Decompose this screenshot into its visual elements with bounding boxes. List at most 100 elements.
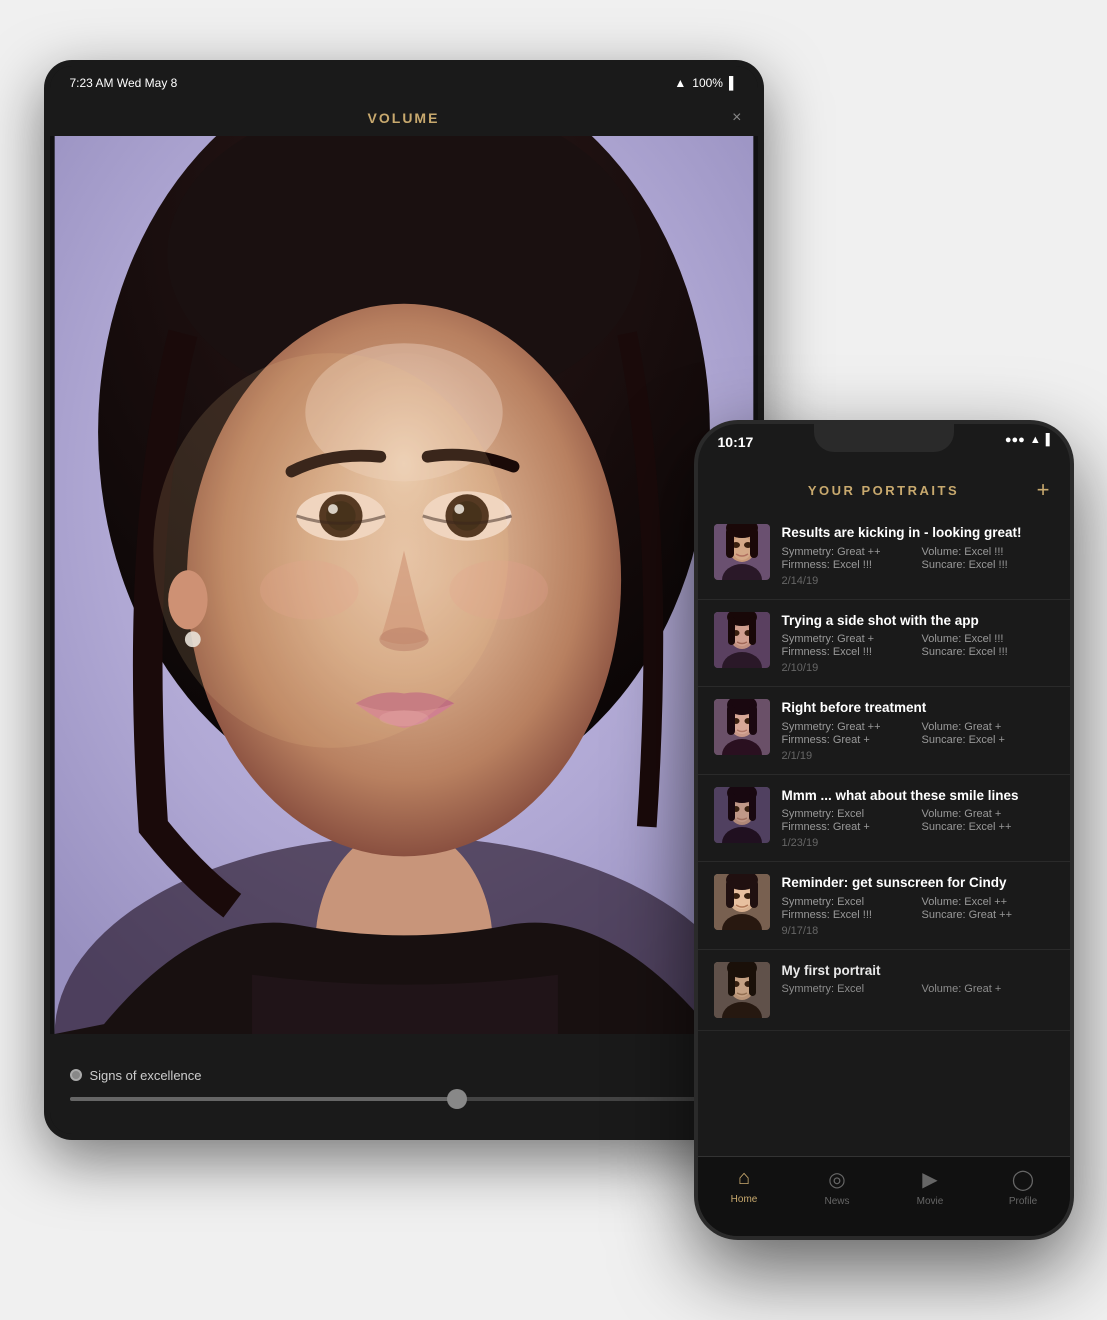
slider-track[interactable] [70,1097,738,1101]
tab-home[interactable]: ⌂ Home [698,1167,791,1205]
portrait-metric-3-3: Suncare: Excel + [922,734,1054,746]
phone-header: YOUR PORTRAITS + [698,468,1070,512]
portrait-title-2: Trying a side shot with the app [782,612,1054,630]
phone-status-icons: ●●● ▲ ▌ [1005,434,1054,446]
portrait-thumb-1 [714,524,770,580]
portrait-title-4: Mmm ... what about these smile lines [782,787,1054,805]
portrait-metric-6-1: Volume: Great + [922,983,1054,995]
home-icon: ⌂ [738,1167,750,1190]
portrait-item-6[interactable]: My first portrait Symmetry: Excel Volume… [698,950,1070,1031]
portrait-metric-3-1: Volume: Great + [922,721,1054,733]
battery-text: 100% [692,76,723,90]
portrait-info-1: Results are kicking in - looking great! … [782,524,1054,587]
slider-thumb [447,1089,467,1109]
tab-profile-label: Profile [1009,1196,1037,1207]
portrait-metric-2-0: Symmetry: Great + [782,633,914,645]
tablet-close-button[interactable]: × [732,109,741,127]
tab-profile[interactable]: ◯ Profile [977,1167,1070,1207]
add-portrait-button[interactable]: + [1037,477,1050,503]
portrait-metric-3-0: Symmetry: Great ++ [782,721,914,733]
slider-fill [70,1097,457,1101]
portrait-date-2: 2/10/19 [782,662,1054,674]
portrait-title-3: Right before treatment [782,699,1054,717]
portrait-item-5[interactable]: Reminder: get sunscreen for Cindy Symmet… [698,862,1070,950]
tablet-title-bar: VOLUME × [50,100,758,136]
tablet-bottom-bar: Signs of excellence [50,1034,758,1134]
portrait-metrics-4: Symmetry: Excel Volume: Great + Firmness… [782,808,1054,833]
tab-news[interactable]: ◎ News [791,1167,884,1207]
portrait-metric-4-0: Symmetry: Excel [782,808,914,820]
portrait-metric-5-0: Symmetry: Excel [782,896,914,908]
signs-dot [70,1069,82,1081]
portrait-metrics-2: Symmetry: Great + Volume: Excel !!! Firm… [782,633,1054,658]
phone-content: Results are kicking in - looking great! … [698,512,1070,1156]
portrait-thumb-5 [714,874,770,930]
news-icon: ◎ [828,1167,845,1192]
portrait-metric-5-2: Firmness: Excel !!! [782,909,914,921]
phone-portraits-title: YOUR PORTRAITS [808,483,959,498]
portrait-metric-1-3: Suncare: Excel !!! [922,559,1054,571]
signs-label-container: Signs of excellence [70,1068,738,1083]
portrait-metric-4-1: Volume: Great + [922,808,1054,820]
portrait-info-5: Reminder: get sunscreen for Cindy Symmet… [782,874,1054,937]
portrait-title-6: My first portrait [782,962,1054,980]
portrait-date-3: 2/1/19 [782,750,1054,762]
portrait-item-3[interactable]: Right before treatment Symmetry: Great +… [698,687,1070,775]
tab-movie[interactable]: ▶ Movie [884,1167,977,1207]
tablet-device: 7:23 AM Wed May 8 ▲ 100% ▌ VOLUME × [44,60,764,1140]
portrait-metric-3-2: Firmness: Great + [782,734,914,746]
phone-time: 10:17 [718,434,754,450]
portrait-metric-5-3: Suncare: Great ++ [922,909,1054,921]
portrait-date-1: 2/14/19 [782,575,1054,587]
portrait-date-5: 9/17/18 [782,925,1054,937]
profile-icon: ◯ [1012,1167,1034,1192]
portrait-metric-1-2: Firmness: Excel !!! [782,559,914,571]
portrait-metrics-6: Symmetry: Excel Volume: Great + [782,983,1054,995]
portrait-title-1: Results are kicking in - looking great! [782,524,1054,542]
portrait-title-5: Reminder: get sunscreen for Cindy [782,874,1054,892]
portrait-thumb-2 [714,612,770,668]
portrait-info-3: Right before treatment Symmetry: Great +… [782,699,1054,762]
wifi-icon: ▲ [674,76,686,90]
portrait-metric-2-1: Volume: Excel !!! [922,633,1054,645]
tablet-time: 7:23 AM Wed May 8 [70,76,178,90]
phone-tab-bar: ⌂ Home ◎ News ▶ Movie ◯ Profile [698,1156,1070,1236]
portrait-metrics-5: Symmetry: Excel Volume: Excel ++ Firmnes… [782,896,1054,921]
portrait-thumb-6 [714,962,770,1018]
portrait-metric-2-2: Firmness: Excel !!! [782,646,914,658]
portrait-date-4: 1/23/19 [782,837,1054,849]
portrait-metric-4-3: Suncare: Excel ++ [922,821,1054,833]
portrait-metric-1-0: Symmetry: Great ++ [782,546,914,558]
portrait-thumb-3 [714,699,770,755]
portrait-metric-4-2: Firmness: Great + [782,821,914,833]
portrait-item-4[interactable]: Mmm ... what about these smile lines Sym… [698,775,1070,863]
battery-icon: ▌ [729,76,738,90]
portrait-item-2[interactable]: Trying a side shot with the app Symmetry… [698,600,1070,688]
portrait-metrics-3: Symmetry: Great ++ Volume: Great + Firmn… [782,721,1054,746]
signs-of-excellence-label: Signs of excellence [90,1068,202,1083]
tab-news-label: News [824,1196,849,1207]
portrait-metric-5-1: Volume: Excel ++ [922,896,1054,908]
movie-icon: ▶ [922,1167,937,1192]
tablet-status-right: ▲ 100% ▌ [674,76,737,90]
portrait-item-1[interactable]: Results are kicking in - looking great! … [698,512,1070,600]
battery-icon: ▌ [1046,434,1054,446]
tablet-image-area [50,136,758,1034]
portrait-info-2: Trying a side shot with the app Symmetry… [782,612,1054,675]
wifi-icon: ▲ [1030,434,1041,446]
tab-home-label: Home [731,1194,758,1205]
scene: 7:23 AM Wed May 8 ▲ 100% ▌ VOLUME × [24,20,1084,1300]
portrait-metric-6-0: Symmetry: Excel [782,983,914,995]
tab-movie-label: Movie [917,1196,944,1207]
portrait-metric-1-1: Volume: Excel !!! [922,546,1054,558]
tablet-status-bar: 7:23 AM Wed May 8 ▲ 100% ▌ [50,66,758,100]
portrait-metrics-1: Symmetry: Great ++ Volume: Excel !!! Fir… [782,546,1054,571]
portrait-thumb-4 [714,787,770,843]
portrait-info-4: Mmm ... what about these smile lines Sym… [782,787,1054,850]
phone-device: 10:17 ●●● ▲ ▌ YOUR PORTRAITS + [694,420,1074,1240]
tablet-title: VOLUME [368,110,440,126]
signal-bars-icon: ●●● [1005,434,1025,446]
portrait-info-6: My first portrait Symmetry: Excel Volume… [782,962,1054,1000]
portrait-metric-2-3: Suncare: Excel !!! [922,646,1054,658]
phone-notch [814,424,954,452]
